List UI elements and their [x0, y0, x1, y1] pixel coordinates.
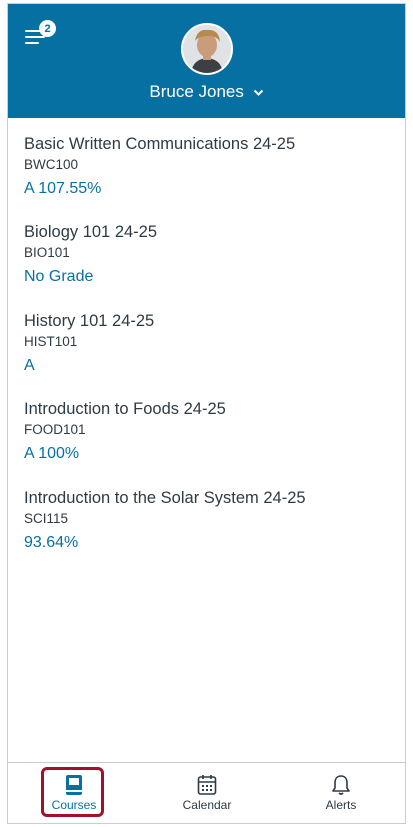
tab-label: Alerts: [325, 798, 357, 812]
user-switcher[interactable]: Bruce Jones: [8, 82, 405, 102]
course-grade: A 107.55%: [24, 180, 102, 197]
hamburger-icon-line: [25, 42, 39, 44]
course-name: Basic Written Communications 24-25: [24, 135, 296, 153]
app-header: 2 Bruce Jones: [8, 4, 405, 118]
user-name: Bruce Jones: [149, 82, 244, 101]
chevron-down-icon: [253, 89, 263, 96]
bottom-tab-bar: Courses Calendar Alerts: [8, 762, 405, 823]
course-name: Introduction to Foods 24-25: [24, 400, 226, 418]
course-code: SCI115: [24, 510, 69, 526]
course-item[interactable]: History 101 24-25 HIST101 A: [8, 311, 405, 400]
avatar-image: [183, 25, 231, 73]
avatar[interactable]: [181, 23, 233, 75]
tab-highlight-box: [41, 767, 104, 817]
course-name: Biology 101 24-25: [24, 223, 158, 241]
course-grade: No Grade: [24, 268, 94, 285]
menu-button[interactable]: 2: [25, 20, 59, 50]
course-name: History 101 24-25: [24, 311, 155, 330]
app-frame: 2 Bruce Jones Basic Written Communicatio…: [7, 3, 406, 824]
course-code: BWC100: [24, 157, 79, 172]
course-code: FOOD101: [24, 422, 86, 437]
course-item[interactable]: Basic Written Communications 24-25 BWC10…: [8, 118, 405, 222]
hamburger-icon-line: [25, 36, 45, 38]
course-grade: A 100%: [24, 445, 80, 462]
course-code: BIO101: [24, 245, 70, 260]
course-item[interactable]: Biology 101 24-25 BIO101 No Grade: [8, 222, 405, 311]
tab-label: Calendar: [182, 798, 232, 812]
course-grade: 93.64%: [24, 533, 79, 551]
bell-icon: [332, 775, 350, 795]
notification-badge: 2: [39, 20, 56, 37]
course-name: Introduction to the Solar System 24-25: [24, 488, 306, 507]
course-item[interactable]: Introduction to the Solar System 24-25 S…: [8, 488, 405, 577]
course-item[interactable]: Introduction to Foods 24-25 FOOD101 A 10…: [8, 399, 405, 488]
tab-alerts[interactable]: Alerts: [310, 769, 372, 819]
tab-calendar[interactable]: Calendar: [176, 769, 238, 819]
course-code: HIST101: [24, 333, 78, 349]
calendar-icon: [197, 775, 217, 795]
course-list: Basic Written Communications 24-25 BWC10…: [8, 118, 405, 576]
course-grade: A: [24, 356, 35, 374]
tab-courses[interactable]: Courses: [41, 767, 105, 819]
